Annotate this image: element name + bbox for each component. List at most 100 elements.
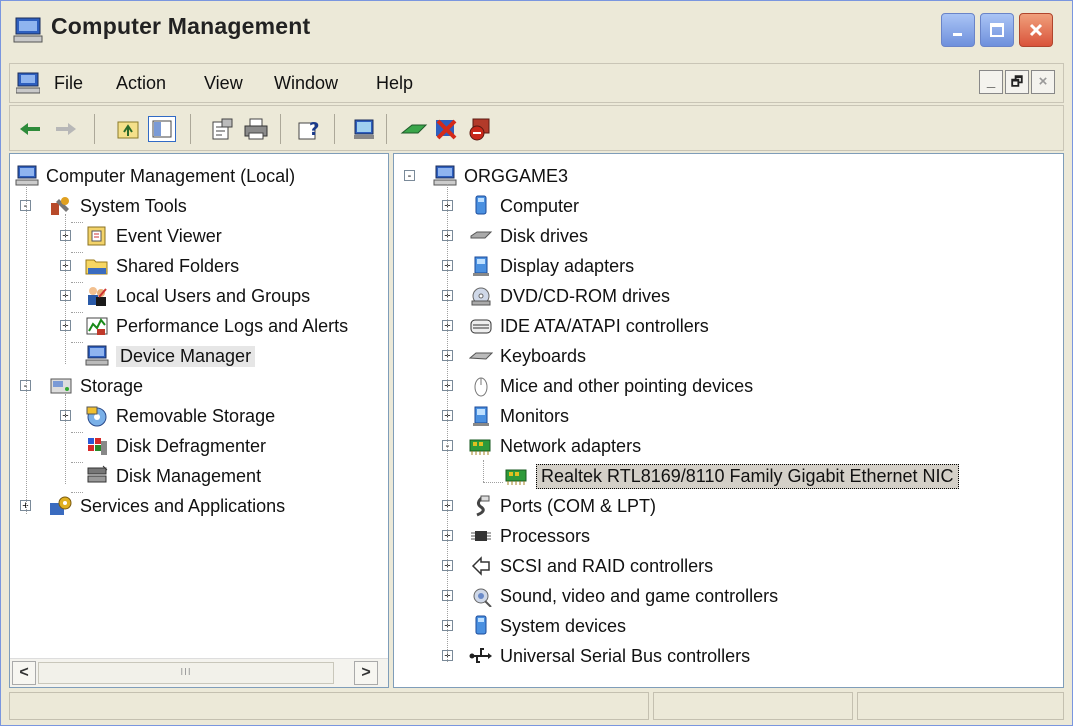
device-tree-node[interactable]: Ports (COM & LPT) [468,492,656,520]
device-tree-node-label: Display adapters [500,255,635,276]
device-tree-node-label: IDE ATA/ATAPI controllers [500,315,709,336]
device-tree-node[interactable]: Processors [468,522,590,550]
console-tree-node[interactable]: Disk Defragmenter [84,432,266,460]
tree-connector-line [65,214,66,364]
device-tree-node-label: Disk drives [500,225,589,246]
device-tree-node-label: Processors [500,525,591,546]
console-tree-node[interactable]: Performance Logs and Alerts [84,312,348,340]
disk-drive-icon [468,224,494,248]
folder-icon [84,254,110,278]
update-driver-button[interactable] [400,116,428,142]
console-tree-node[interactable]: Event Viewer [84,222,222,250]
horizontal-scrollbar[interactable]: < III > [10,658,388,687]
console-tree-node[interactable]: Shared Folders [84,252,239,280]
console-tree-node[interactable]: Device Manager [84,342,256,370]
status-bar [9,692,1064,722]
uninstall-button[interactable] [432,116,460,142]
scroll-left-button[interactable]: < [12,661,36,685]
device-tree-node[interactable]: IDE ATA/ATAPI controllers [468,312,709,340]
tree-connector-line [71,282,83,283]
console-tree-pane[interactable]: Computer Management (Local) - System Tools… [9,153,389,688]
device-tree-pane[interactable]: - ORGGAME3 + Computer + Disk drives + Display a… [393,153,1064,688]
device-tree-node[interactable]: Monitors [468,402,569,430]
device-manager-icon [84,344,110,368]
scroll-right-button[interactable]: > [354,661,378,685]
mdi-close-button[interactable]: × [1031,70,1055,94]
status-panel-2 [653,692,853,720]
maximize-icon [990,23,1004,37]
device-tree-node-label: Monitors [500,405,570,426]
toolbar-separator [190,114,191,144]
help-button[interactable]: ? [296,116,324,142]
device-tree-node[interactable]: System devices [468,612,626,640]
device-tree-node[interactable]: Keyboards [468,342,586,370]
console-tree-node[interactable]: Storage [48,372,143,400]
usb-icon [468,644,494,668]
menu-action[interactable]: Action [116,73,166,94]
monitor-icon [468,404,494,428]
console-tree-node[interactable]: Removable Storage [84,402,275,430]
device-tree-node[interactable]: Disk drives [468,222,588,250]
device-tree-node[interactable]: Display adapters [468,252,634,280]
up-folder-icon [117,121,139,139]
device-tree-node-label: SCSI and RAID controllers [500,555,714,576]
mdi-restore-button[interactable]: 🗗 [1005,70,1029,94]
properties-button[interactable] [208,116,236,142]
toolbar-separator [280,114,281,144]
device-tree-node[interactable]: ORGGAME3 [432,162,568,190]
performance-icon [84,314,110,338]
scan-hardware-icon [354,119,374,139]
forward-button[interactable] [52,116,80,142]
device-tree-node[interactable]: Network adapters [468,432,641,460]
cdrom-icon [468,284,494,308]
disk-management-icon [84,464,110,488]
device-tree-node-label: Mice and other pointing devices [500,375,754,396]
device-tree-node[interactable]: SCSI and RAID controllers [468,552,713,580]
console-tree-node[interactable]: Local Users and Groups [84,282,310,310]
device-tree-node[interactable]: DVD/CD-ROM drives [468,282,670,310]
console-tree-node-label: Local Users and Groups [116,285,311,306]
network-card-icon [504,464,530,488]
system-menu-icon[interactable] [16,72,40,94]
back-button[interactable] [16,116,44,142]
device-tree-node-label: Realtek RTL8169/8110 Family Gigabit Ethe… [536,463,959,489]
device-tree-node[interactable]: Universal Serial Bus controllers [468,642,750,670]
menu-help[interactable]: Help [376,73,413,94]
up-one-level-button[interactable] [114,116,142,142]
mouse-icon [468,374,494,398]
menu-view[interactable]: View [204,73,243,94]
disable-button[interactable] [466,116,494,142]
scan-hardware-button[interactable] [350,116,378,142]
update-driver-icon [400,124,428,134]
device-tree-node[interactable]: Sound, video and game controllers [468,582,778,610]
console-tree-node[interactable]: System Tools [48,192,187,220]
tree-connector-line [71,222,83,223]
print-button[interactable] [242,116,270,142]
storage-icon [48,374,74,398]
device-tree-node[interactable]: Realtek RTL8169/8110 Family Gigabit Ethe… [504,462,959,490]
menu-file[interactable]: File [54,73,83,94]
console-tree-node[interactable]: Disk Management [84,462,261,490]
device-tree-node[interactable]: Mice and other pointing devices [468,372,753,400]
console-tree-node[interactable]: Computer Management (Local) [14,162,295,190]
title-bar[interactable]: Computer Management [1,1,1072,57]
computer-management-icon [13,17,43,43]
console-tree-node-label: Disk Management [116,465,262,486]
device-tree-node[interactable]: Computer [468,192,579,220]
close-button[interactable] [1019,13,1053,47]
mdi-minimize-button[interactable]: _ [979,70,1003,94]
toolbar-separator [334,114,335,144]
menu-window[interactable]: Window [274,73,338,94]
console-tree-node[interactable]: Services and Applications [48,492,285,520]
device-tree-node-label: DVD/CD-ROM drives [500,285,671,306]
scroll-thumb[interactable]: III [38,662,334,684]
computer-management-window: Computer Management File Action View Win… [0,0,1073,726]
computer-icon [432,164,458,188]
minimize-button[interactable] [941,13,975,47]
show-hide-tree-button[interactable] [148,116,176,142]
tree-connector-line [483,460,484,482]
maximize-button[interactable] [980,13,1014,47]
collapse-button[interactable]: - [404,170,415,182]
toolbar-separator [94,114,95,144]
port-icon [468,494,494,518]
